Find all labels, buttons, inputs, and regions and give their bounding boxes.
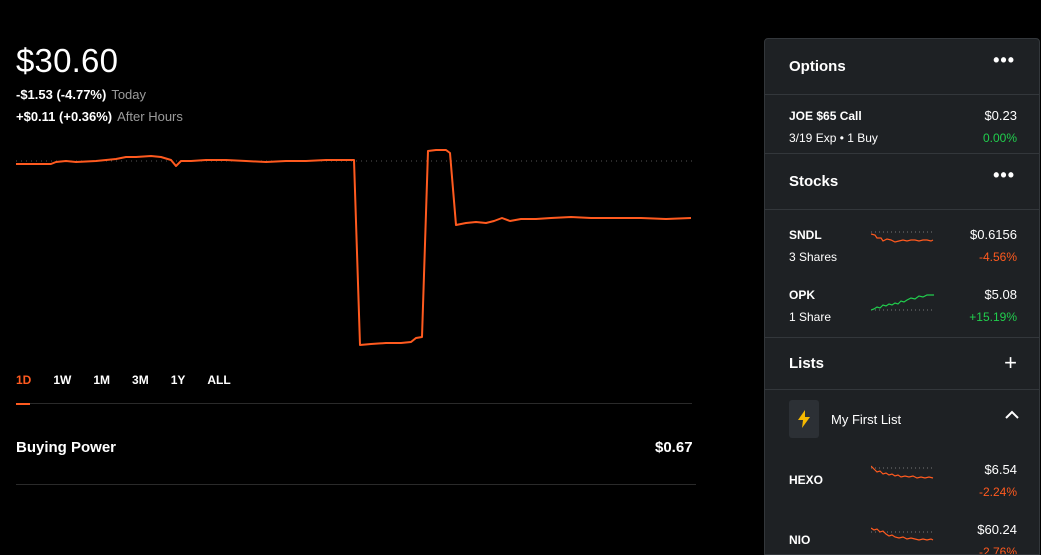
more-dots-icon[interactable]: •••	[993, 166, 1015, 184]
range-all-button[interactable]: ALL	[207, 373, 230, 387]
stock-item-opk[interactable]: OPK 1 Share $5.08 +15.19%	[765, 274, 1039, 334]
option-change: 0.00%	[982, 131, 1017, 145]
buying-power-divider	[16, 484, 696, 485]
portfolio-chart[interactable]	[16, 145, 696, 350]
stocks-list: SNDL 3 Shares $0.6156 -4.56% OPK 1 Share…	[765, 210, 1039, 338]
today-change-label: Today	[111, 87, 147, 102]
range-1w-button[interactable]: 1W	[53, 373, 71, 387]
sparkline-up-icon	[871, 294, 935, 311]
stock-price: $5.08	[984, 287, 1017, 302]
range-1y-button[interactable]: 1Y	[171, 373, 186, 387]
options-title: Options	[789, 58, 846, 75]
plus-icon[interactable]: +	[1004, 350, 1017, 376]
watchlist-panel: Options ••• JOE $65 Call 3/19 Exp • 1 Bu…	[764, 38, 1040, 555]
list-item-change: -2.24%	[978, 485, 1017, 499]
stocks-title: Stocks	[789, 173, 839, 190]
stock-price: $0.6156	[970, 227, 1017, 242]
list-name: My First List	[831, 412, 902, 427]
sparkline-down-icon	[871, 527, 935, 541]
active-range-indicator	[16, 403, 30, 405]
range-selector: 1D 1W 1M 3M 1Y ALL	[16, 373, 253, 387]
range-3m-button[interactable]: 3M	[132, 373, 149, 387]
today-change-value: -$1.53 (-4.77%)	[16, 87, 107, 102]
list-item-change: -2.76%	[978, 545, 1017, 555]
stock-item-sndl[interactable]: SNDL 3 Shares $0.6156 -4.56%	[765, 214, 1039, 274]
portfolio-value: $30.60	[16, 42, 119, 79]
stocks-header: Stocks •••	[765, 154, 1039, 210]
list-item-price: $6.54	[984, 462, 1017, 477]
option-detail: 3/19 Exp • 1 Buy	[789, 131, 878, 145]
sparkline-down-icon	[871, 465, 935, 479]
more-dots-icon[interactable]: •••	[993, 51, 1015, 69]
stock-change: +15.19%	[969, 310, 1017, 324]
options-header: Options •••	[765, 39, 1039, 95]
list-item-price: $60.24	[977, 522, 1017, 537]
stock-shares: 1 Share	[789, 310, 832, 324]
chevron-up-icon[interactable]	[1005, 410, 1019, 420]
portfolio-section: $30.60 -$1.53 (-4.77%) Today +$0.11 (+0.3…	[0, 0, 720, 555]
lists-header: Lists +	[765, 338, 1039, 390]
stock-change: -4.56%	[978, 250, 1017, 264]
option-item[interactable]: JOE $65 Call 3/19 Exp • 1 Buy $0.23 0.00…	[765, 95, 1039, 154]
lightning-icon	[789, 400, 819, 438]
option-price: $0.23	[984, 108, 1017, 123]
today-change: -$1.53 (-4.77%) Today	[16, 87, 146, 102]
list-item-hexo[interactable]: HEXO $6.54 -2.24%	[765, 450, 1039, 510]
price-line	[16, 149, 692, 346]
option-symbol: JOE $65 Call	[789, 109, 862, 123]
list-item-symbol: HEXO	[789, 473, 824, 487]
range-divider	[16, 403, 692, 404]
after-hours-change-label: After Hours	[117, 109, 183, 124]
sparkline-down-icon	[871, 231, 935, 243]
after-hours-change-value: +$0.11 (+0.36%)	[16, 109, 113, 124]
buying-power-label[interactable]: Buying Power	[16, 439, 116, 456]
stock-shares: 3 Shares	[789, 250, 838, 264]
list-my-first-list[interactable]: My First List	[765, 390, 1039, 450]
range-1m-button[interactable]: 1M	[93, 373, 110, 387]
stock-symbol: SNDL	[789, 228, 822, 242]
range-1d-button[interactable]: 1D	[16, 373, 31, 387]
buying-power-value[interactable]: $0.67	[655, 439, 693, 456]
list-item-nio[interactable]: NIO $60.24 -2.76%	[765, 510, 1039, 555]
lists-title: Lists	[789, 355, 825, 372]
after-hours-change: +$0.11 (+0.36%) After Hours	[16, 109, 183, 124]
list-item-symbol: NIO	[789, 533, 811, 547]
stock-symbol: OPK	[789, 288, 816, 302]
